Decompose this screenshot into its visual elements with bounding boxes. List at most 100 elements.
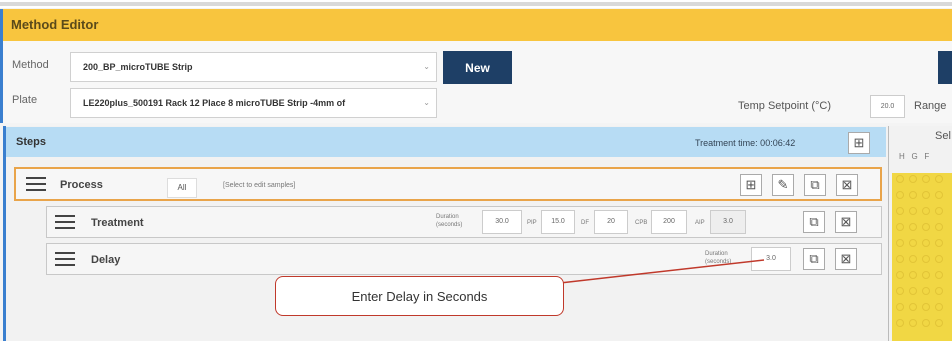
plate-well[interactable] [909,175,917,183]
drag-handle-icon[interactable] [55,252,75,266]
add-icon: ⊞ [853,135,865,150]
plate-well[interactable] [896,239,904,247]
drag-handle-icon[interactable] [55,215,75,229]
plate-well[interactable] [935,255,943,263]
plate-select[interactable]: LE220plus_500191 Rack 12 Place 8 microTU… [70,88,437,118]
plate-well[interactable] [909,319,917,327]
plate-well[interactable] [896,175,904,183]
process-hint[interactable]: [Select to edit samples] [223,182,295,189]
pip-input[interactable]: 15.0 [541,210,575,234]
treatment-row[interactable]: Treatment Duration (seconds) 30.0 PIP 15.… [46,206,882,238]
callout-box: Enter Delay in Seconds [275,276,564,316]
delete-icon: ⊠ [840,214,852,229]
treatment-copy-button[interactable]: ⧉ [803,211,825,233]
cpb-input[interactable]: 200 [651,210,687,234]
plate-column-headers: H G F [899,152,930,161]
pip-label: PIP [527,220,537,226]
add-icon: ⊞ [745,177,757,192]
chevron-down-icon: ⌄ [423,62,430,71]
sample-select-title: Sel [935,130,951,142]
plate-well[interactable] [922,223,930,231]
plate-label: Plate [12,94,38,106]
copy-icon: ⧉ [810,177,820,192]
plate-well[interactable] [896,303,904,311]
df-label: DF [581,220,589,226]
delay-copy-button[interactable]: ⧉ [803,248,825,270]
plate-well[interactable] [922,319,930,327]
plate-well[interactable] [922,271,930,279]
plate-well[interactable] [896,223,904,231]
steps-title: Steps [16,136,46,148]
add-step-button[interactable]: ⊞ [848,132,870,154]
process-edit-button[interactable]: ✎ [772,174,794,196]
plate-well[interactable] [935,207,943,215]
method-label: Method [12,59,49,71]
delete-icon: ⊠ [841,177,853,192]
plate-well[interactable] [896,191,904,199]
chevron-down-icon: ⌄ [423,98,430,107]
plate-well[interactable] [909,223,917,231]
plate-well[interactable] [935,271,943,279]
plate-well[interactable] [909,303,917,311]
plate-well[interactable] [896,287,904,295]
delay-row[interactable]: Delay Duration (seconds) 3.0 ⧉ ⊠ [46,243,882,275]
aip-input[interactable]: 3.0 [710,210,746,234]
treatment-delete-button[interactable]: ⊠ [835,211,857,233]
plate-well[interactable] [896,255,904,263]
method-select[interactable]: 200_BP_microTUBE Strip ⌄ [70,52,437,82]
delete-icon: ⊠ [840,251,852,266]
plate-well[interactable] [922,207,930,215]
plate-well-grid[interactable] [892,173,952,341]
app-header: Method Editor [0,9,952,41]
plate-well[interactable] [922,303,930,311]
plate-well[interactable] [922,255,930,263]
plate-well[interactable] [896,271,904,279]
plate-well[interactable] [909,207,917,215]
plate-well[interactable] [922,175,930,183]
process-row[interactable]: Process All [Select to edit samples] ⊞ ✎… [14,167,882,201]
plate-well[interactable] [909,191,917,199]
process-add-button[interactable]: ⊞ [740,174,762,196]
plate-well[interactable] [922,191,930,199]
plate-well[interactable] [935,287,943,295]
treatment-duration-input[interactable]: 30.0 [482,210,522,234]
edit-icon: ✎ [777,177,789,192]
steps-header: Steps Treatment time: 00:06:42 [6,127,886,157]
process-delete-button[interactable]: ⊠ [836,174,858,196]
plate-well[interactable] [922,287,930,295]
copy-icon: ⧉ [809,251,819,266]
plate-well[interactable] [935,303,943,311]
page-title: Method Editor [11,17,99,32]
delay-duration-input[interactable]: 3.0 [751,247,791,271]
cpb-label: CPB [635,220,648,226]
copy-icon: ⧉ [809,214,819,229]
process-filter[interactable]: All [167,178,197,198]
new-button[interactable]: New [443,51,512,84]
process-label: Process [60,179,103,191]
delay-duration-label: Duration (seconds) [705,251,732,265]
treatment-label: Treatment [91,217,144,229]
drag-handle-icon[interactable] [26,177,46,191]
temp-setpoint-label: Temp Setpoint (°C) [738,100,832,112]
plate-well[interactable] [909,287,917,295]
plate-select-value: LE220plus_500191 Rack 12 Place 8 microTU… [83,98,346,108]
process-copy-button[interactable]: ⧉ [804,174,826,196]
plate-well[interactable] [909,255,917,263]
plate-well[interactable] [935,239,943,247]
temp-setpoint-input[interactable]: 20.0 [870,95,905,118]
plate-well[interactable] [896,207,904,215]
plate-well[interactable] [935,223,943,231]
plate-well[interactable] [909,271,917,279]
toolbar-button-partial[interactable] [938,51,952,84]
callout-text: Enter Delay in Seconds [351,289,488,304]
range-label: Range [914,100,947,112]
plate-well[interactable] [935,191,943,199]
plate-well[interactable] [896,319,904,327]
plate-well[interactable] [922,239,930,247]
df-input[interactable]: 20 [594,210,628,234]
plate-well[interactable] [909,239,917,247]
top-strip [0,0,952,8]
delay-delete-button[interactable]: ⊠ [835,248,857,270]
plate-well[interactable] [935,319,943,327]
plate-well[interactable] [935,175,943,183]
